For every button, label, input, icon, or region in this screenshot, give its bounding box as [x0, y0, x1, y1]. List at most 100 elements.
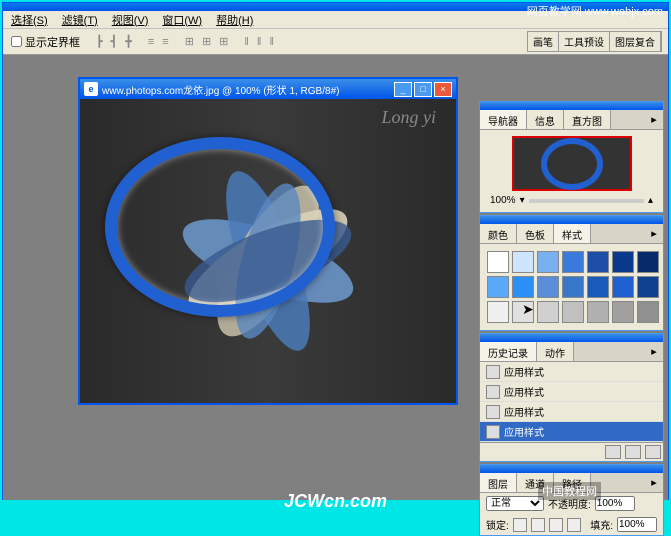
- panel-drag-bar[interactable]: [480, 465, 663, 473]
- document-window[interactable]: e www.photops.com龙依.jpg @ 100% (形状 1, RG…: [78, 77, 458, 405]
- window-controls: _ □ ×: [394, 82, 452, 97]
- watermark-bottom: JCWcn.com: [0, 491, 671, 512]
- lock-label: 锁定:: [486, 517, 509, 532]
- style-swatch[interactable]: [612, 276, 634, 298]
- style-swatch[interactable]: [487, 301, 509, 323]
- panel-menu-icon[interactable]: ▸: [645, 473, 663, 492]
- style-swatch[interactable]: [587, 251, 609, 273]
- styles-grid: [484, 248, 659, 326]
- tab-histogram[interactable]: 直方图: [564, 110, 611, 129]
- menu-select[interactable]: 选择(S): [11, 12, 48, 28]
- align-icon[interactable]: ╋: [125, 35, 132, 48]
- distribute-icon[interactable]: ≡: [162, 36, 168, 48]
- style-swatch[interactable]: [512, 276, 534, 298]
- lock-pixels-icon[interactable]: [531, 518, 545, 532]
- history-item[interactable]: 应用样式: [480, 422, 663, 442]
- distribute-icon[interactable]: ⊞: [185, 35, 194, 48]
- maximize-button[interactable]: □: [414, 82, 432, 97]
- new-snapshot-icon[interactable]: [605, 445, 621, 459]
- navigator-panel: 导航器 信息 直方图 ▸ 100% ▾ ▴: [479, 101, 664, 213]
- close-button[interactable]: ×: [434, 82, 452, 97]
- zoom-out-icon[interactable]: ▾: [520, 195, 525, 206]
- style-swatch[interactable]: [612, 301, 634, 323]
- style-swatch[interactable]: [487, 276, 509, 298]
- align-icon[interactable]: ┣: [96, 35, 103, 48]
- oval-frame-shape[interactable]: [105, 137, 335, 317]
- tab-styles[interactable]: 样式: [554, 224, 591, 243]
- ie-icon: e: [84, 82, 98, 96]
- history-footer: [480, 442, 663, 461]
- lock-all-icon[interactable]: [567, 518, 581, 532]
- distribute-icon[interactable]: ‖: [257, 36, 262, 48]
- tab-swatches[interactable]: 色板: [517, 224, 554, 243]
- panel-menu-icon[interactable]: ▸: [645, 110, 663, 129]
- distribute-icon[interactable]: ≡: [148, 36, 154, 48]
- distribute-icon[interactable]: ‖: [269, 36, 274, 48]
- checkbox-label: 显示定界框: [25, 34, 80, 50]
- distribute-icon[interactable]: ‖: [244, 36, 249, 48]
- watermark-top-right: 网页教学网 www.webjx.com: [527, 3, 663, 19]
- style-swatch[interactable]: [537, 276, 559, 298]
- style-swatch[interactable]: [587, 276, 609, 298]
- tab-navigator[interactable]: 导航器: [480, 110, 527, 129]
- style-swatch[interactable]: [562, 301, 584, 323]
- zoom-value: 100%: [490, 195, 516, 206]
- history-item-label: 应用样式: [504, 404, 544, 419]
- canvas[interactable]: Long yi: [80, 99, 456, 403]
- zoom-in-icon[interactable]: ▴: [648, 195, 653, 206]
- trash-icon[interactable]: [645, 445, 661, 459]
- menu-view[interactable]: 视图(V): [112, 12, 149, 28]
- style-swatch[interactable]: [562, 251, 584, 273]
- tab-info[interactable]: 信息: [527, 110, 564, 129]
- panel-drag-bar[interactable]: [480, 102, 663, 110]
- new-doc-icon[interactable]: [625, 445, 641, 459]
- menu-window[interactable]: 窗口(W): [162, 12, 202, 28]
- menu-filter[interactable]: 滤镜(T): [62, 12, 98, 28]
- style-swatch[interactable]: [637, 276, 659, 298]
- history-item-label: 应用样式: [504, 384, 544, 399]
- panels-column: 导航器 信息 直方图 ▸ 100% ▾ ▴: [479, 101, 664, 536]
- palette-tab-brushes[interactable]: 画笔: [528, 32, 559, 51]
- style-swatch[interactable]: [512, 251, 534, 273]
- zoom-slider[interactable]: [529, 199, 644, 203]
- distribute-icon[interactable]: ⊞: [202, 35, 211, 48]
- lock-position-icon[interactable]: [549, 518, 563, 532]
- history-item[interactable]: 应用样式: [480, 402, 663, 422]
- tab-color[interactable]: 颜色: [480, 224, 517, 243]
- history-item-label: 应用样式: [504, 364, 544, 379]
- palette-tab-comps[interactable]: 图层复合: [610, 32, 661, 51]
- style-swatch[interactable]: [637, 301, 659, 323]
- style-swatch[interactable]: [637, 251, 659, 273]
- style-swatch[interactable]: [537, 301, 559, 323]
- document-titlebar[interactable]: e www.photops.com龙依.jpg @ 100% (形状 1, RG…: [80, 79, 456, 99]
- distribute-icon[interactable]: ⊞: [219, 35, 228, 48]
- style-swatch[interactable]: [537, 251, 559, 273]
- panel-drag-bar[interactable]: [480, 216, 663, 224]
- lock-transparency-icon[interactable]: [513, 518, 527, 532]
- style-swatch[interactable]: [562, 276, 584, 298]
- palette-tab-presets[interactable]: 工具预设: [559, 32, 610, 51]
- history-item[interactable]: 应用样式: [480, 382, 663, 402]
- show-bounding-box-checkbox[interactable]: 显示定界框: [11, 34, 80, 50]
- history-step-icon: [486, 425, 500, 439]
- align-icon[interactable]: ┫: [111, 35, 118, 48]
- minimize-button[interactable]: _: [394, 82, 412, 97]
- distribute-icons: ≡ ≡: [148, 36, 169, 48]
- panel-menu-icon[interactable]: ▸: [645, 224, 663, 243]
- style-swatch[interactable]: [487, 251, 509, 273]
- panel-drag-bar[interactable]: [480, 334, 663, 342]
- history-item[interactable]: 应用样式: [480, 362, 663, 382]
- panel-menu-icon[interactable]: ▸: [645, 342, 663, 361]
- history-item-label: 应用样式: [504, 424, 544, 439]
- style-swatch[interactable]: [512, 301, 534, 323]
- tab-history[interactable]: 历史记录: [480, 342, 537, 361]
- menu-help[interactable]: 帮助(H): [216, 12, 253, 28]
- tab-layers[interactable]: 图层: [480, 473, 517, 492]
- style-swatch[interactable]: [612, 251, 634, 273]
- fill-input[interactable]: [617, 517, 657, 532]
- tab-actions[interactable]: 动作: [537, 342, 574, 361]
- history-step-icon: [486, 405, 500, 419]
- navigator-thumbnail[interactable]: [512, 136, 632, 191]
- styles-panel: 颜色 色板 样式 ▸ ➤: [479, 215, 664, 331]
- style-swatch[interactable]: [587, 301, 609, 323]
